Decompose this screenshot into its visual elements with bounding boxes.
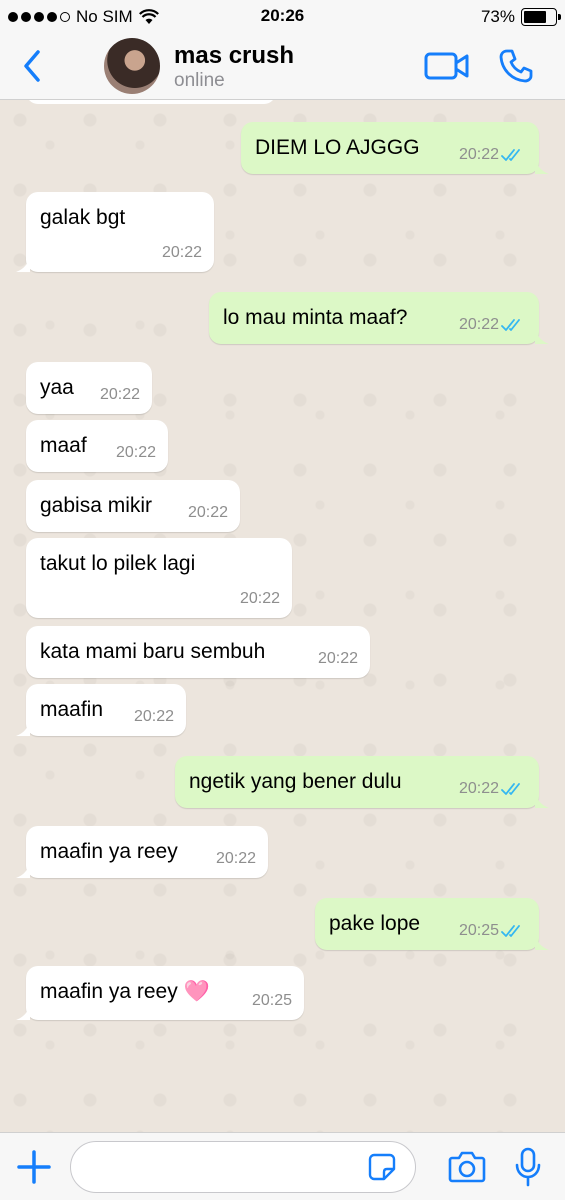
message-text: pake lope <box>329 912 421 935</box>
message-meta: 20:25 <box>252 992 292 1010</box>
video-call-icon[interactable] <box>424 50 470 82</box>
back-chevron-icon[interactable] <box>18 48 48 84</box>
phone-icon[interactable] <box>498 48 534 84</box>
message-input[interactable] <box>70 1141 416 1193</box>
read-receipt-icon <box>501 783 520 795</box>
message-time: 20:25 <box>458 922 499 939</box>
message-time: 20:22 <box>99 386 140 403</box>
read-receipt-icon <box>501 319 520 331</box>
message-time: 20:25 <box>251 992 292 1009</box>
battery-icon <box>521 8 561 26</box>
message-meta: 20:22 <box>318 650 358 668</box>
contact-name[interactable]: mas crush <box>174 42 294 70</box>
message-time: 20:22 <box>115 444 156 461</box>
message-meta: 20:22 <box>100 386 140 404</box>
message-text: maafin ya reey 🩷 <box>40 980 210 1003</box>
incoming-message[interactable]: maafin ya reey 🩷 20:25 <box>16 966 304 1020</box>
bubble-tail <box>535 934 549 950</box>
message-text: yaa <box>40 376 74 399</box>
sticker-icon[interactable] <box>368 1153 396 1181</box>
incoming-message[interactable]: gabisa mikir 20:22 <box>26 480 240 532</box>
message-text: kata mami baru sembuh <box>40 640 266 663</box>
message-time: 20:22 <box>161 244 202 261</box>
chat-header: mas crush online <box>0 34 565 100</box>
bubble-tail <box>535 792 549 808</box>
message-text: maafin <box>40 698 104 721</box>
message-time: 20:22 <box>187 504 228 521</box>
message-meta: 20:22 <box>162 244 202 262</box>
incoming-message[interactable]: takut lo pilek lagi 20:22 <box>26 538 292 618</box>
microphone-icon[interactable] <box>514 1147 542 1187</box>
bubble-tail <box>535 328 549 344</box>
message-text: gabisa mikir <box>40 494 153 517</box>
contact-status: online <box>174 70 225 91</box>
incoming-message[interactable]: maafin ya reey 20:22 <box>16 826 268 878</box>
incoming-message[interactable]: maafin 20:22 <box>16 684 186 736</box>
incoming-message[interactable]: galak bgt 20:22 <box>16 192 214 272</box>
camera-icon[interactable] <box>448 1150 486 1184</box>
message-meta: 20:22 <box>188 504 228 522</box>
outgoing-message[interactable]: lo mau minta maaf? 20:22 <box>209 292 549 344</box>
message-text: galak bgt <box>40 206 126 229</box>
message-meta: 20:22 <box>459 316 527 334</box>
read-receipt-icon <box>501 149 520 161</box>
message-meta: 20:22 <box>134 708 174 726</box>
message-meta: 20:22 <box>459 780 527 798</box>
message-text: DIEM LO AJGGG <box>255 136 420 159</box>
battery-fill <box>524 11 546 23</box>
message-time: 20:22 <box>458 780 499 797</box>
plus-icon[interactable] <box>16 1149 52 1185</box>
message-meta: 20:25 <box>459 922 527 940</box>
message-time: 20:22 <box>239 590 280 607</box>
message-time: 20:22 <box>458 316 499 333</box>
bubble-tail <box>535 158 549 174</box>
outgoing-message[interactable]: pake lope 20:25 <box>315 898 549 950</box>
avatar[interactable] <box>104 38 160 94</box>
bubble-tail <box>16 1004 30 1020</box>
incoming-message[interactable]: yaa 20:22 <box>26 362 152 414</box>
message-time: 20:22 <box>215 850 256 867</box>
read-receipt-icon <box>501 925 520 937</box>
previous-message-bubble <box>26 100 276 104</box>
message-text: ngetik yang bener dulu <box>189 770 402 793</box>
message-text: maaf <box>40 434 87 457</box>
incoming-message[interactable]: kata mami baru sembuh 20:22 <box>26 626 370 678</box>
message-meta: 20:22 <box>240 590 280 608</box>
message-time: 20:22 <box>458 146 499 163</box>
battery-percent: 73% <box>480 7 515 26</box>
message-text: maafin ya reey <box>40 840 178 863</box>
message-meta: 20:22 <box>459 146 527 164</box>
message-time: 20:22 <box>317 650 358 667</box>
bubble-tail <box>16 720 30 736</box>
bubble-tail <box>16 862 30 878</box>
message-meta: 20:22 <box>216 850 256 868</box>
message-time: 20:22 <box>133 708 174 725</box>
outgoing-message[interactable]: ngetik yang bener dulu 20:22 <box>175 756 549 808</box>
message-meta: 20:22 <box>116 444 156 462</box>
input-bar <box>0 1132 565 1200</box>
message-text: lo mau minta maaf? <box>223 306 408 329</box>
chat-area[interactable]: DIEM LO AJGGG 20:22 galak bgt 20:22 lo mau m… <box>0 100 565 1132</box>
incoming-message[interactable]: maaf 20:22 <box>26 420 168 472</box>
battery-group: 73% <box>480 7 561 27</box>
message-text: takut lo pilek lagi <box>40 552 196 575</box>
outgoing-message[interactable]: DIEM LO AJGGG 20:22 <box>241 122 549 174</box>
bubble-tail <box>16 256 30 272</box>
status-bar: No SIM 20:26 73% <box>0 0 565 34</box>
